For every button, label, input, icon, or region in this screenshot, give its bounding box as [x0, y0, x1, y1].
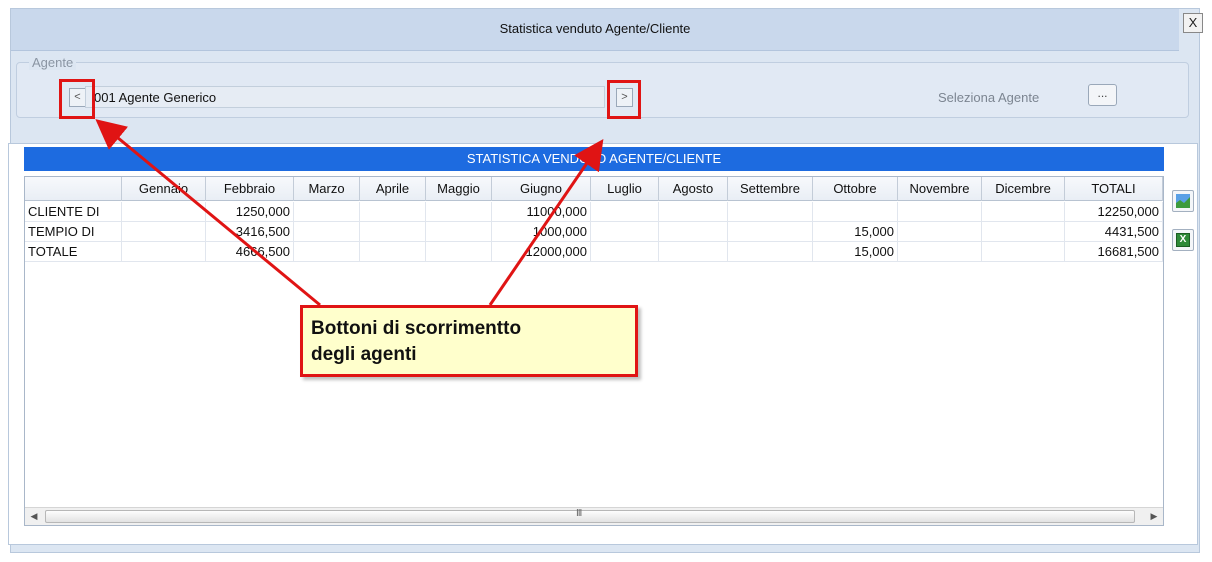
- callout-line1: Bottoni di scorrimentto: [311, 318, 522, 339]
- arrow-to-prev-button: [95, 119, 321, 307]
- annotation-arrows: [95, 119, 604, 307]
- annotation-callout: Bottoni di scorrimentto degli agenti: [300, 305, 638, 377]
- arrow-to-next-button: [488, 139, 604, 306]
- callout-line2: degli agenti: [311, 344, 417, 365]
